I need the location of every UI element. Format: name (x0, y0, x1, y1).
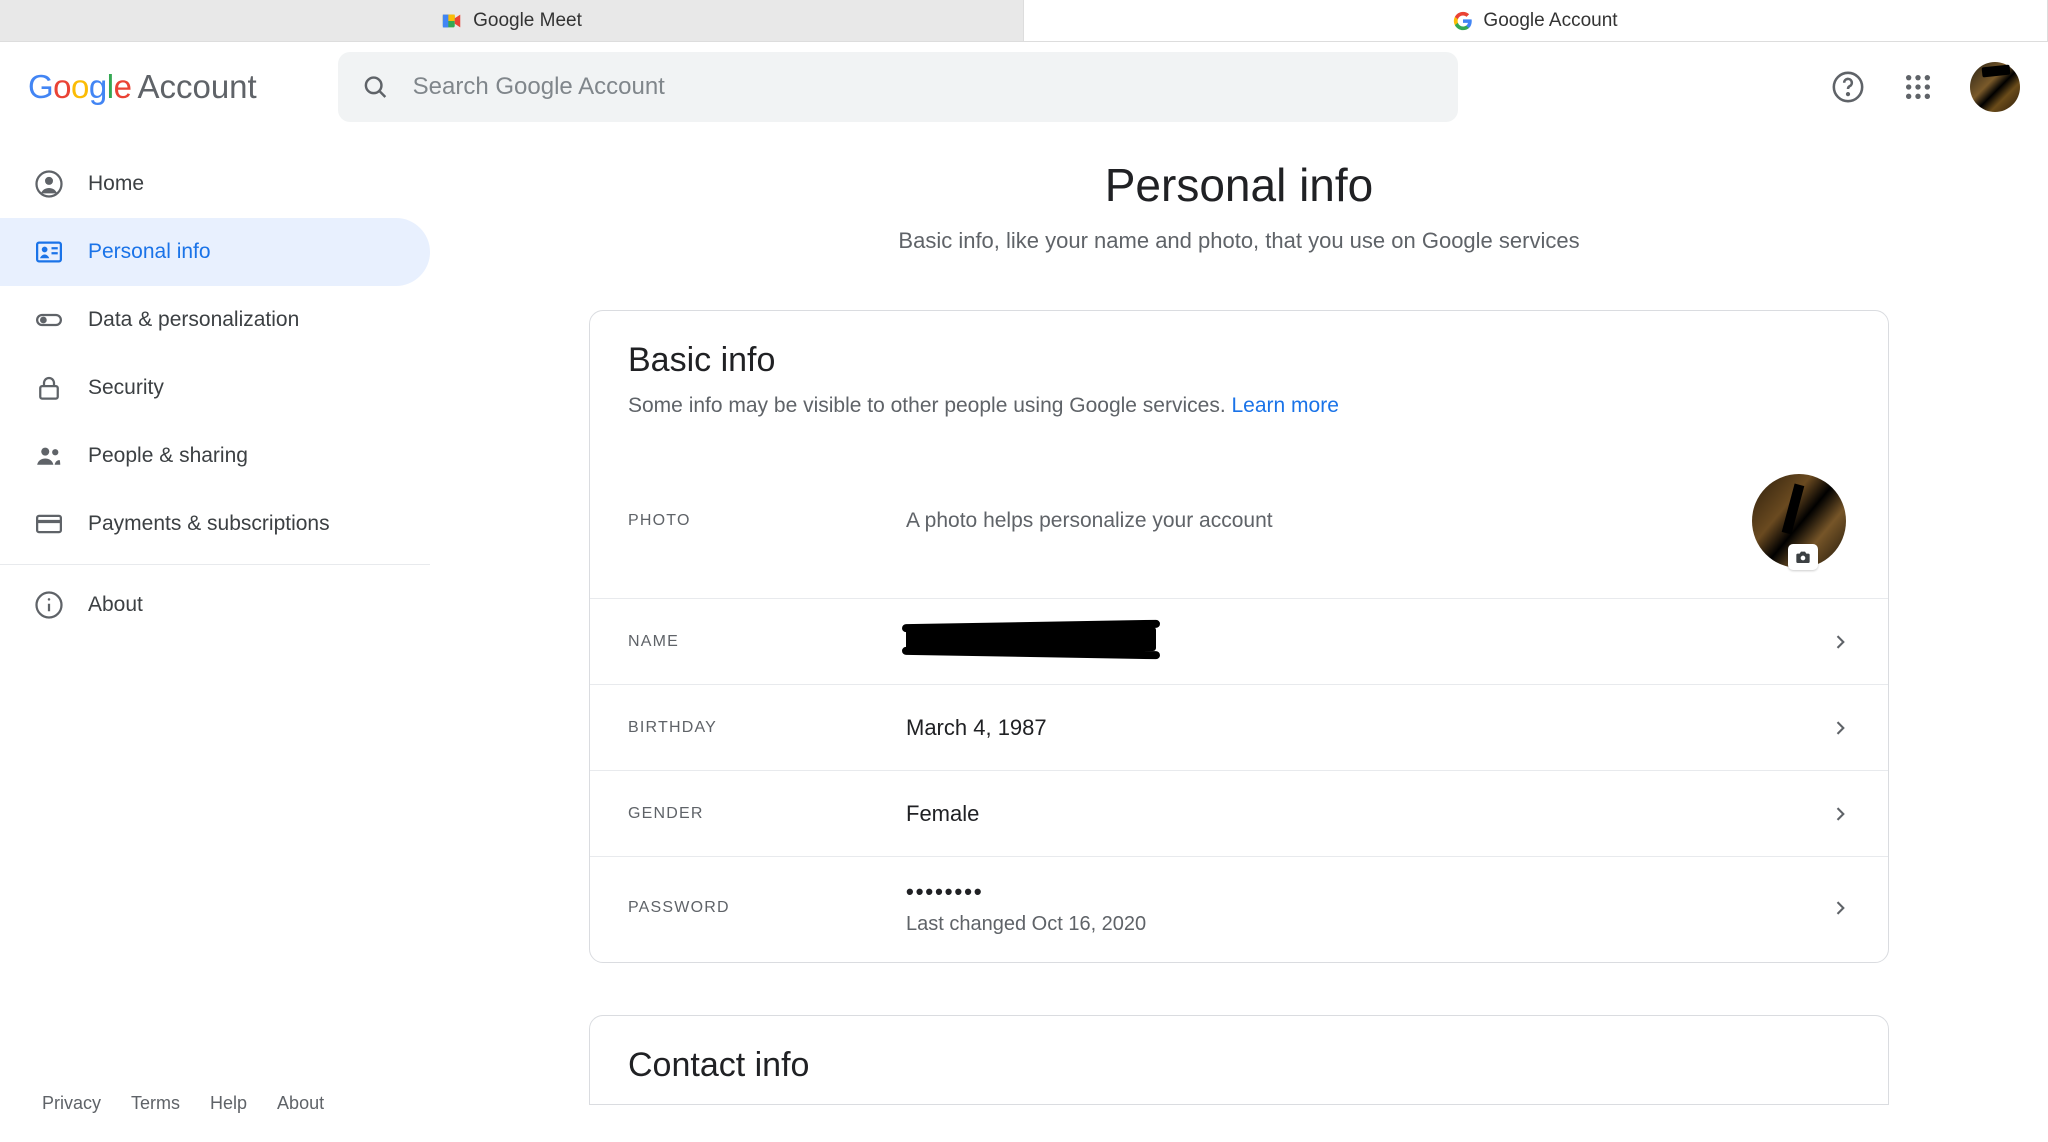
password-row[interactable]: PASSWORD •••••••• Last changed Oct 16, 2… (590, 856, 1888, 962)
search-input[interactable] (413, 73, 1434, 101)
sidebar-item-personal-info[interactable]: Personal info (0, 218, 430, 286)
sidebar-item-label: Personal info (88, 240, 211, 264)
toggle-icon (34, 305, 64, 335)
sidebar-item-security[interactable]: Security (0, 354, 430, 422)
sidebar-item-home[interactable]: Home (0, 150, 430, 218)
birthday-row[interactable]: BIRTHDAY March 4, 1987 (590, 684, 1888, 770)
apps-button[interactable] (1900, 69, 1936, 105)
row-value: March 4, 1987 (906, 715, 1830, 741)
row-label: BIRTHDAY (628, 719, 906, 737)
sidebar-item-label: Home (88, 172, 144, 196)
help-icon (1831, 70, 1865, 104)
lock-icon (34, 373, 64, 403)
sidebar-nav: Home Personal info Data & personalizatio… (0, 132, 430, 1142)
chevron-right-icon (1830, 632, 1850, 652)
people-icon (34, 441, 64, 471)
sidebar-item-data-personalization[interactable]: Data & personalization (0, 286, 430, 354)
sidebar-item-payments[interactable]: Payments & subscriptions (0, 490, 430, 558)
browser-tab-account[interactable]: Google Account (1024, 0, 2048, 41)
footer-links: Privacy Terms Help About (0, 1093, 430, 1142)
footer-help-link[interactable]: Help (210, 1093, 247, 1114)
row-label: PHOTO (628, 512, 906, 530)
sidebar-divider (0, 564, 430, 565)
sidebar-item-label: Payments & subscriptions (88, 512, 330, 536)
profile-photo-thumb[interactable] (1752, 474, 1846, 568)
google-g-icon (1453, 11, 1473, 31)
basic-info-card: Basic info Some info may be visible to o… (589, 310, 1889, 963)
browser-tab-meet[interactable]: Google Meet (0, 0, 1024, 41)
search-box[interactable] (338, 52, 1458, 122)
chevron-right-icon (1830, 804, 1850, 824)
footer-terms-link[interactable]: Terms (131, 1093, 180, 1114)
basic-info-subtitle-text: Some info may be visible to other people… (628, 394, 1232, 417)
info-icon (34, 590, 64, 620)
row-value: A photo helps personalize your account (906, 509, 1752, 533)
row-value: Female (906, 801, 1830, 827)
sidebar-item-people-sharing[interactable]: People & sharing (0, 422, 430, 490)
search-icon (362, 73, 389, 101)
name-row[interactable]: NAME (590, 598, 1888, 684)
photo-row[interactable]: PHOTO A photo helps personalize your acc… (590, 444, 1888, 598)
help-button[interactable] (1830, 69, 1866, 105)
account-avatar[interactable] (1970, 62, 2020, 112)
row-label: GENDER (628, 805, 906, 823)
basic-info-title: Basic info (590, 341, 1888, 380)
row-value: •••••••• Last changed Oct 16, 2020 (906, 879, 1830, 936)
chevron-right-icon (1830, 898, 1850, 918)
sidebar-item-label: Data & personalization (88, 308, 299, 332)
sidebar-item-about[interactable]: About (0, 571, 430, 639)
row-label: PASSWORD (628, 899, 906, 917)
redacted-name (906, 627, 1156, 651)
password-last-changed: Last changed Oct 16, 2020 (906, 913, 1830, 936)
browser-tab-label: Google Account (1483, 10, 1617, 32)
browser-tabs: Google Meet Google Account (0, 0, 2048, 42)
person-circle-icon (34, 169, 64, 199)
google-wordmark: Google (28, 68, 131, 106)
logo-suffix: Account (137, 68, 256, 106)
gender-row[interactable]: GENDER Female (590, 770, 1888, 856)
app-header: Google Account (0, 42, 2048, 132)
page-subtitle: Basic info, like your name and photo, th… (430, 228, 2048, 254)
sidebar-item-label: Security (88, 376, 164, 400)
row-value (906, 627, 1830, 657)
contact-info-card: Contact info (589, 1015, 1889, 1105)
basic-info-subtitle: Some info may be visible to other people… (590, 380, 1888, 418)
password-dots: •••••••• (906, 879, 984, 904)
logo[interactable]: Google Account (28, 68, 338, 106)
contact-info-title: Contact info (628, 1046, 1850, 1085)
meet-icon (441, 10, 463, 32)
header-actions (1830, 62, 2020, 112)
footer-about-link[interactable]: About (277, 1093, 324, 1114)
learn-more-link[interactable]: Learn more (1232, 394, 1339, 417)
apps-grid-icon (1904, 73, 1932, 101)
chevron-right-icon (1830, 718, 1850, 738)
camera-icon (1788, 544, 1818, 570)
row-label: NAME (628, 633, 906, 651)
main-content: Personal info Basic info, like your name… (430, 132, 2048, 1142)
id-card-icon (34, 237, 64, 267)
sidebar-item-label: About (88, 593, 143, 617)
footer-privacy-link[interactable]: Privacy (42, 1093, 101, 1114)
page-title: Personal info (430, 158, 2048, 212)
sidebar-item-label: People & sharing (88, 444, 248, 468)
browser-tab-label: Google Meet (473, 10, 582, 32)
card-icon (34, 509, 64, 539)
